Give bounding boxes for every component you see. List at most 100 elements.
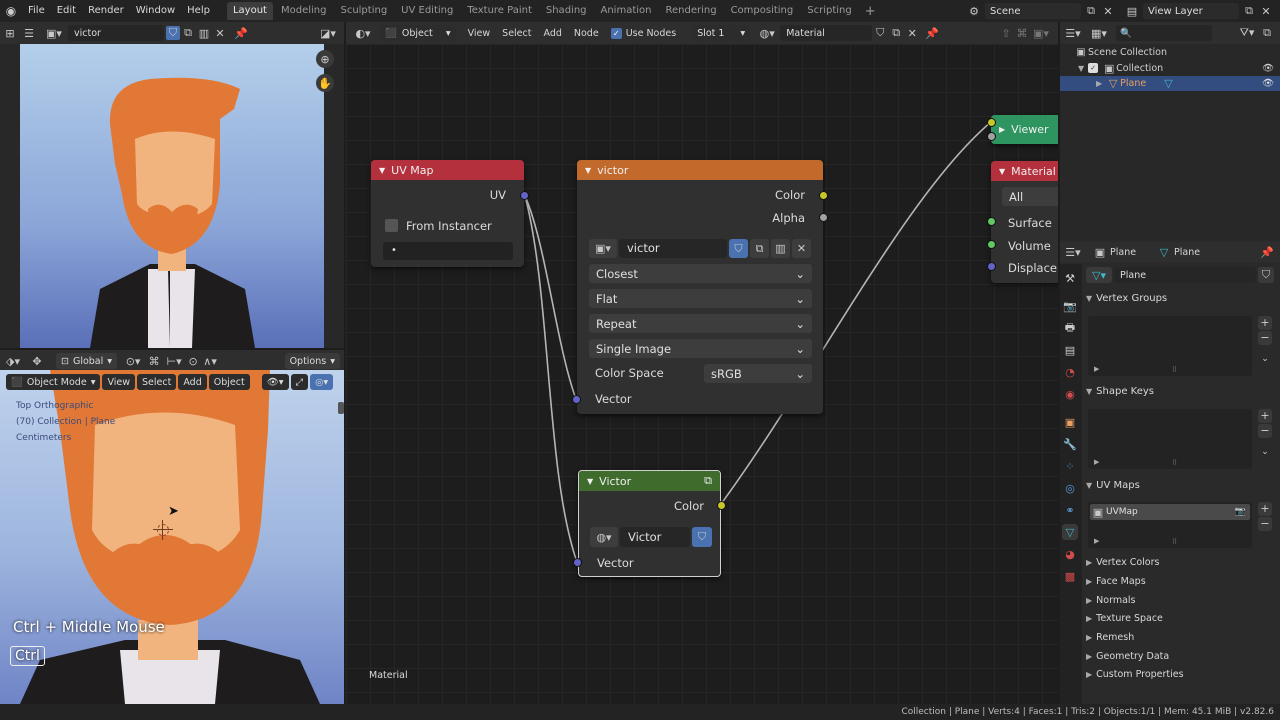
- group-node-victor[interactable]: ▼ Victor ⧉ Color ◍▾ Victor ⛉ Vector: [578, 470, 721, 577]
- snap-target-icon[interactable]: ⊢▾: [163, 355, 185, 368]
- viewer-node-header[interactable]: ▶ Viewer: [991, 115, 1058, 144]
- include-checkbox[interactable]: ✓: [1088, 63, 1099, 73]
- menu-select[interactable]: Select: [137, 374, 177, 390]
- expand-arrow-icon[interactable]: ▶: [1086, 670, 1092, 679]
- tab-shading[interactable]: Shading: [540, 2, 593, 20]
- tab-scripting[interactable]: Scripting: [801, 2, 857, 20]
- custom-properties-panel-header[interactable]: ▶ Custom Properties: [1086, 669, 1184, 680]
- falloff-icon[interactable]: ∧▾: [201, 355, 219, 368]
- eye-icon[interactable]: 👁: [1262, 78, 1274, 89]
- 3d-viewport[interactable]: ⬛ Object Mode ▾ View Select Add Object 👁▾ …: [0, 370, 344, 704]
- proportional-icon[interactable]: ⊙: [185, 355, 201, 368]
- expand-arrow-icon[interactable]: ▼: [1086, 481, 1092, 490]
- tool-tab-icon[interactable]: ⚒: [1062, 270, 1078, 286]
- pin-icon[interactable]: 📌: [232, 27, 250, 40]
- editor-type-icon[interactable]: ☰▾: [1060, 27, 1086, 40]
- tab-compositing[interactable]: Compositing: [725, 2, 800, 20]
- surface-input-socket[interactable]: [987, 217, 996, 226]
- uv-output-socket[interactable]: [520, 191, 529, 200]
- pan-hand-icon[interactable]: ✋: [316, 74, 334, 92]
- node-tree-browse-icon[interactable]: ◍▾: [590, 527, 618, 547]
- interpolation-dropdown[interactable]: Closest ⌄: [589, 264, 812, 283]
- add-vertex-group-button[interactable]: +: [1258, 316, 1272, 330]
- uv-maps-list[interactable]: ▣ UVMap 📷 ▶ ⠿: [1088, 502, 1252, 548]
- expand-arrow-icon[interactable]: ▼: [1086, 387, 1092, 396]
- slot-dropdown[interactable]: Slot 1 ▾: [692, 25, 751, 41]
- blender-logo-icon[interactable]: ◉: [0, 0, 22, 22]
- source-dropdown[interactable]: Single Image ⌄: [589, 339, 812, 358]
- node-group-icon[interactable]: ⧉: [704, 474, 712, 488]
- plane-row[interactable]: ▶ ▽ Plane ▽ 👁: [1060, 76, 1280, 91]
- tab-sculpting[interactable]: Sculpting: [334, 2, 393, 20]
- output-target-dropdown[interactable]: All: [1002, 187, 1058, 206]
- list-expand-icon[interactable]: ▶: [1094, 365, 1099, 373]
- list-resize-handle[interactable]: ⠿: [1172, 459, 1177, 467]
- material-output-node[interactable]: ▼ Material All Surface Volume Displacemen…: [991, 161, 1058, 283]
- tab-animation[interactable]: Animation: [595, 2, 658, 20]
- texture-space-panel-header[interactable]: ▶ Texture Space: [1086, 613, 1163, 624]
- fake-user-shield-icon[interactable]: ⛉: [1258, 267, 1274, 283]
- group-color-output-socket[interactable]: [717, 501, 726, 510]
- unlink-icon[interactable]: ✕: [904, 27, 920, 40]
- mesh-name-field[interactable]: Plane: [1114, 267, 1256, 283]
- view-layer-tab-icon[interactable]: ▤: [1062, 342, 1078, 358]
- fake-user-shield-icon[interactable]: ⛉: [729, 239, 748, 258]
- volume-input-socket[interactable]: [987, 240, 996, 249]
- geometry-data-panel-header[interactable]: ▶ Geometry Data: [1086, 651, 1169, 662]
- scene-field[interactable]: Scene: [985, 3, 1081, 19]
- menu-add[interactable]: Add: [537, 28, 567, 39]
- shape-keys-panel-header[interactable]: ▼ Shape Keys: [1086, 386, 1276, 397]
- physics-tab-icon[interactable]: ◎: [1062, 480, 1078, 496]
- image-editor-area[interactable]: ⊕ ✋: [0, 44, 344, 348]
- pin-icon[interactable]: 📌: [924, 27, 940, 40]
- add-uv-map-button[interactable]: +: [1258, 502, 1272, 516]
- expand-arrow-icon[interactable]: ▶: [1086, 596, 1092, 605]
- display-mode-icon[interactable]: ▦▾: [1086, 27, 1112, 40]
- duplicate-icon[interactable]: ⧉: [888, 26, 904, 40]
- scene-tab-icon[interactable]: ◔: [1062, 364, 1078, 380]
- unlink-icon[interactable]: ✕: [212, 27, 228, 40]
- object-tab-icon[interactable]: ▣: [1062, 414, 1078, 430]
- scene-icon[interactable]: ⚙: [966, 5, 982, 18]
- uv-map-list-item[interactable]: ▣ UVMap 📷: [1090, 504, 1250, 520]
- from-instancer-checkbox[interactable]: [385, 219, 398, 232]
- render-tab-icon[interactable]: 📷: [1062, 298, 1078, 314]
- node-editor-canvas[interactable]: ▼ UV Map UV From Instancer • ▼ victor Colo…: [346, 44, 1058, 704]
- menu-select[interactable]: Select: [496, 28, 537, 39]
- image-browse-icon[interactable]: ▣▾: [42, 27, 66, 40]
- list-resize-handle[interactable]: ⠿: [1172, 366, 1177, 374]
- viewport-sidebar-handle[interactable]: [338, 402, 344, 414]
- vector-input-socket[interactable]: [572, 395, 581, 404]
- tab-rendering[interactable]: Rendering: [659, 2, 722, 20]
- mode-dropdown[interactable]: ⬛ Object Mode ▾: [6, 374, 101, 390]
- gizmo-icon[interactable]: ⤢: [290, 374, 309, 390]
- vertex-group-specials-icon[interactable]: ⌄: [1258, 352, 1272, 366]
- uv-map-node[interactable]: ▼ UV Map UV From Instancer •: [371, 160, 524, 267]
- alpha-output-socket[interactable]: [819, 213, 828, 222]
- texture-tab-icon[interactable]: ▩: [1062, 568, 1078, 584]
- delete-scene-icon[interactable]: ✕: [1101, 5, 1115, 18]
- particles-tab-icon[interactable]: ⁘: [1062, 458, 1078, 474]
- menu-help[interactable]: Help: [181, 0, 216, 22]
- viewer-node[interactable]: ▶ Viewer: [991, 115, 1058, 144]
- menu-view[interactable]: View: [102, 374, 136, 390]
- image-texture-node[interactable]: ▼ victor Color Alpha ▣▾ victor ⛉ ⧉ ▥ ✕ Cl…: [577, 160, 823, 414]
- mesh-browse-icon[interactable]: ▽▾: [1086, 267, 1112, 283]
- editor-type-icon[interactable]: ⬗▾: [0, 355, 26, 368]
- projection-dropdown[interactable]: Flat ⌄: [589, 289, 812, 308]
- shape-keys-list[interactable]: ▶ ⠿: [1088, 409, 1252, 469]
- extension-dropdown[interactable]: Repeat ⌄: [589, 314, 812, 333]
- 3d-cursor-icon[interactable]: [153, 520, 173, 540]
- new-collection-icon[interactable]: ⧉: [1258, 26, 1276, 40]
- open-icon[interactable]: ▥: [196, 27, 212, 40]
- list-expand-icon[interactable]: ▶: [1094, 458, 1099, 466]
- expand-arrow-icon[interactable]: ▶: [1086, 577, 1092, 586]
- color-output-socket[interactable]: [819, 191, 828, 200]
- displacement-input-socket[interactable]: [987, 262, 996, 271]
- vertex-groups-panel-header[interactable]: ▼ Vertex Groups: [1086, 293, 1276, 304]
- remove-vertex-group-button[interactable]: −: [1258, 331, 1272, 345]
- uv-maps-panel-header[interactable]: ▼ UV Maps: [1086, 480, 1276, 491]
- collapse-icon[interactable]: ▼: [587, 477, 593, 486]
- vertex-groups-list[interactable]: ▶ ⠿: [1088, 316, 1252, 376]
- tab-texture-paint[interactable]: Texture Paint: [461, 2, 538, 20]
